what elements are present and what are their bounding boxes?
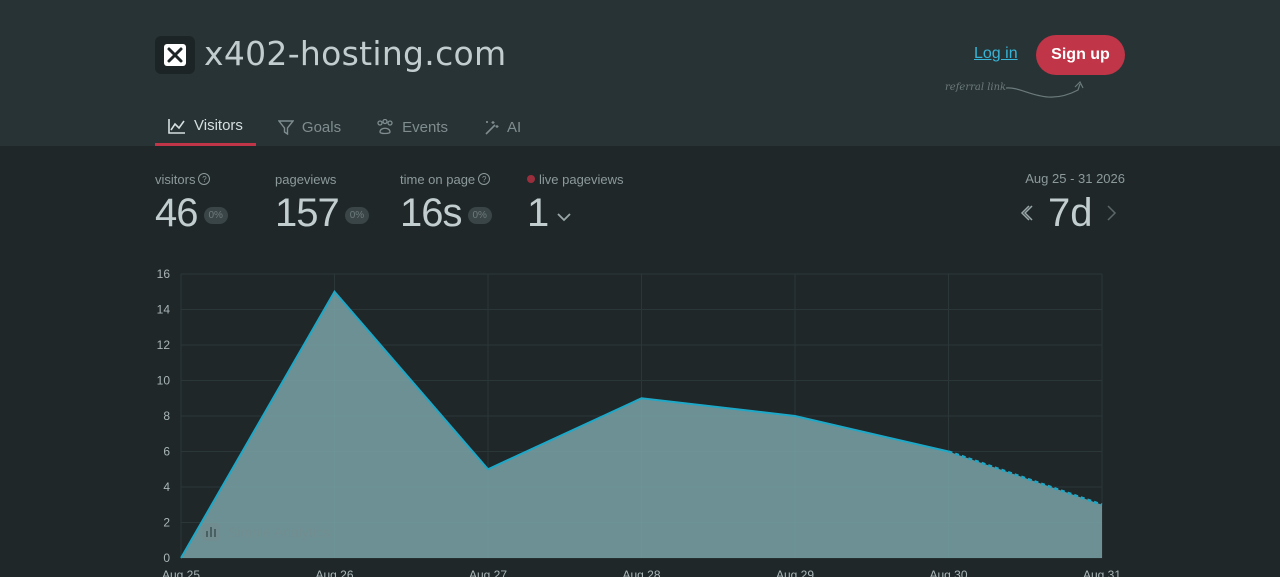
bar-chart-icon [202,523,220,541]
visitors-chart: 0 2 4 6 8 10 12 14 16 Aug 25 Aug 26 Aug 27 Aug 28 Aug… [157,267,1122,577]
x-tick-label: Aug 26 [315,568,353,577]
y-tick-label: 16 [157,267,171,281]
watermark-text: Simple Analytics [228,524,330,540]
x-tick-label: Aug 27 [469,568,507,577]
x-tick-label: Aug 29 [776,568,814,577]
y-tick-label: 4 [163,480,170,494]
y-tick-label: 10 [157,374,171,388]
y-tick-label: 8 [163,409,170,423]
watermark: Simple Analytics [202,523,330,541]
y-tick-label: 2 [163,516,170,530]
x-tick-label: Aug 25 [162,568,200,577]
x-tick-label: Aug 28 [622,568,660,577]
y-tick-label: 12 [157,338,171,352]
y-tick-label: 14 [157,303,171,317]
y-tick-label: 6 [163,445,170,459]
y-tick-label: 0 [163,551,170,565]
x-tick-label: Aug 30 [929,568,967,577]
x-tick-label: Aug 31 [1083,568,1121,577]
